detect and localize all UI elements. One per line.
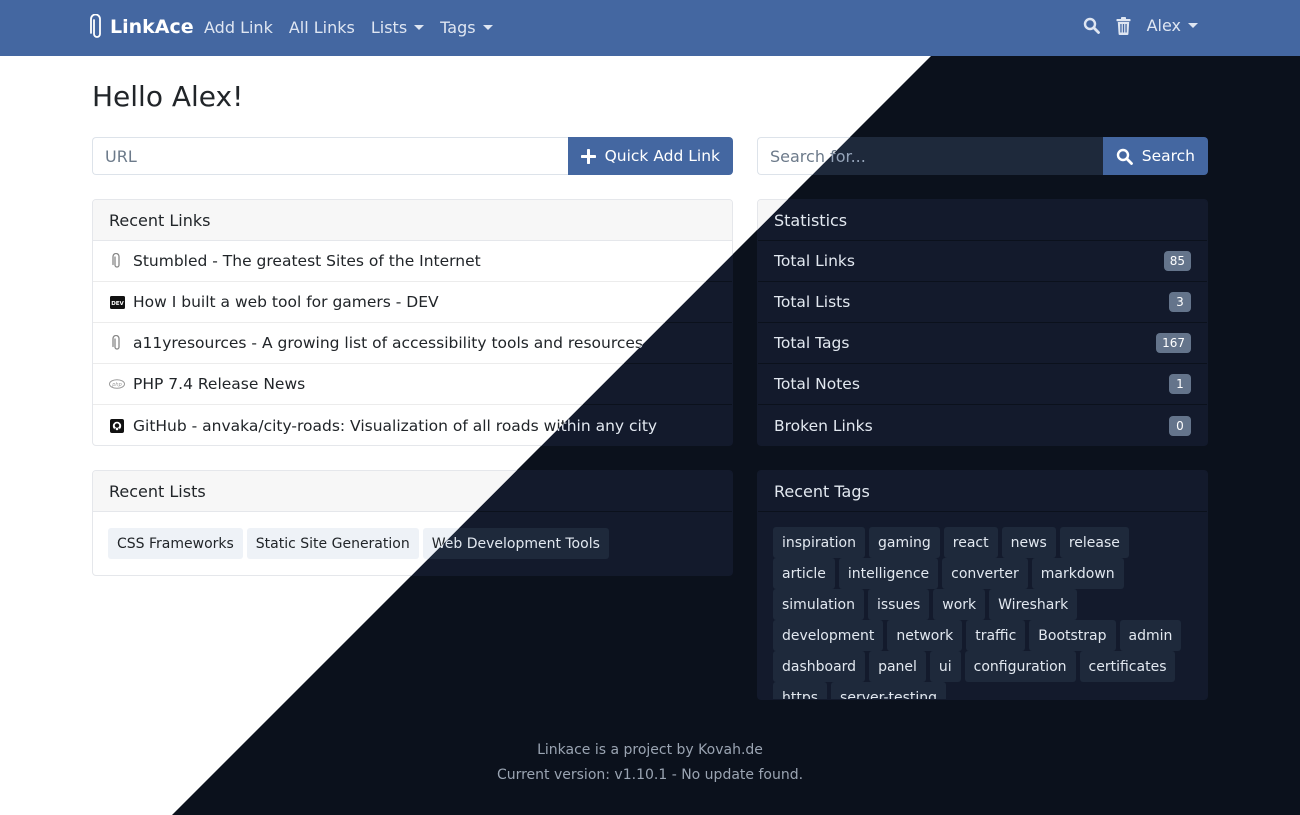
stat-row: Broken Links 0 bbox=[758, 405, 1207, 445]
search-button[interactable]: Search bbox=[1102, 137, 1208, 175]
stat-count-badge: 0 bbox=[1169, 415, 1191, 436]
recent-tags-card: Recent Tags inspirationgamingreactnewsre… bbox=[757, 470, 1208, 700]
tag-chip[interactable]: Wireshark bbox=[989, 589, 1078, 620]
nav-label: All Links bbox=[288, 18, 355, 37]
svg-text:php: php bbox=[111, 382, 122, 388]
tag-chip[interactable]: markdown bbox=[1031, 558, 1124, 589]
recent-tags: inspirationgamingreactnewsrelease article… bbox=[758, 512, 1207, 699]
search-icon bbox=[1116, 148, 1133, 165]
stat-label: Broken Links bbox=[774, 416, 873, 435]
caret-down-icon bbox=[482, 25, 493, 30]
stat-count-badge: 3 bbox=[1169, 292, 1191, 312]
quick-add-link-button[interactable]: Quick Add Link bbox=[567, 137, 733, 175]
tag-chip[interactable]: intelligence bbox=[838, 558, 939, 589]
statistics-card: Statistics Total Links85Total Lists3Tota… bbox=[757, 199, 1208, 446]
nav-label: Lists bbox=[370, 18, 408, 37]
navbar: LinkAce Add Link All Links Lists Tags Al… bbox=[0, 0, 1300, 56]
tag-chip[interactable]: configuration bbox=[964, 651, 1076, 682]
tag-chip[interactable]: ui bbox=[929, 651, 961, 682]
brand-logo[interactable]: LinkAce bbox=[90, 14, 194, 40]
card-header: Recent Tags bbox=[758, 471, 1207, 512]
tag-chip[interactable]: work bbox=[933, 589, 986, 620]
tag-chip[interactable]: react bbox=[943, 527, 998, 558]
php-icon: php bbox=[109, 376, 125, 392]
nav-links: Add Link All Links Lists Tags bbox=[204, 18, 509, 37]
nav-right: Alex bbox=[1083, 16, 1198, 35]
tag-chip[interactable]: server-testing bbox=[831, 682, 947, 699]
tag-chip[interactable]: inspiration bbox=[773, 527, 865, 558]
tag-chip[interactable]: admin bbox=[1119, 620, 1182, 651]
button-label: Search bbox=[1141, 147, 1195, 165]
nav-add-link[interactable]: Add Link bbox=[204, 18, 273, 37]
link-title[interactable]: a11yresources - A growing list of access… bbox=[133, 334, 643, 352]
tag-chip[interactable]: panel bbox=[869, 651, 926, 682]
tag-chip[interactable]: development bbox=[773, 620, 884, 651]
card-header: Statistics bbox=[758, 200, 1207, 241]
tag-chip[interactable]: issues bbox=[867, 589, 930, 620]
user-menu-dropdown[interactable]: Alex bbox=[1147, 16, 1198, 35]
stat-label: Total Links bbox=[774, 252, 855, 270]
stat-label: Total Notes bbox=[774, 375, 860, 393]
link-title[interactable]: Stumbled - The greatest Sites of the Int… bbox=[133, 252, 481, 270]
stat-label: Total Tags bbox=[774, 334, 850, 352]
caret-down-icon bbox=[414, 25, 425, 30]
recent-link-item[interactable]: Stumbled - The greatest Sites of the Int… bbox=[93, 241, 732, 282]
recent-link-item[interactable]: DEV How I built a web tool for gamers - D… bbox=[93, 282, 732, 323]
button-label: Quick Add Link bbox=[604, 147, 720, 165]
tag-chip[interactable]: article bbox=[773, 558, 835, 589]
svg-text:DEV: DEV bbox=[111, 301, 124, 307]
nav-label: Add Link bbox=[204, 18, 273, 37]
tag-chip[interactable]: Bootstrap bbox=[1029, 620, 1116, 651]
nav-lists-dropdown[interactable]: Lists bbox=[370, 18, 425, 37]
nav-all-links[interactable]: All Links bbox=[289, 18, 355, 37]
statistics-list: Total Links85Total Lists3Total Tags167To… bbox=[758, 241, 1207, 445]
brand-name: LinkAce bbox=[110, 16, 194, 38]
tag-chip[interactable]: certificates bbox=[1079, 651, 1176, 682]
tag-chip[interactable]: gaming bbox=[869, 527, 940, 558]
tag-chip[interactable]: dashboard bbox=[773, 651, 866, 682]
link-title[interactable]: How I built a web tool for gamers - DEV bbox=[133, 293, 439, 311]
tag-chip[interactable]: news bbox=[1001, 527, 1056, 558]
paperclip-icon bbox=[109, 335, 125, 351]
url-input[interactable] bbox=[92, 137, 568, 175]
stat-count-badge: 1 bbox=[1169, 374, 1191, 394]
trash-icon[interactable] bbox=[1116, 16, 1131, 35]
tag-chip[interactable]: traffic bbox=[966, 620, 1026, 651]
stat-label: Total Lists bbox=[774, 293, 851, 311]
plus-icon bbox=[580, 148, 596, 164]
tag-chip[interactable]: network bbox=[887, 620, 963, 651]
tag-chip[interactable]: https bbox=[773, 682, 828, 699]
paperclip-icon bbox=[109, 253, 125, 269]
github-icon bbox=[109, 418, 125, 434]
nav-tags-dropdown[interactable]: Tags bbox=[440, 18, 493, 37]
paperclip-logo-icon bbox=[90, 14, 101, 38]
stat-count-badge: 167 bbox=[1156, 333, 1191, 353]
card-header: Recent Links bbox=[93, 200, 732, 241]
search-icon[interactable] bbox=[1083, 17, 1100, 34]
quick-add-form: Quick Add Link bbox=[92, 137, 733, 175]
stat-count-badge: 85 bbox=[1163, 251, 1191, 271]
dev-icon: DEV bbox=[109, 294, 125, 310]
tag-chip[interactable]: converter bbox=[942, 558, 1028, 589]
stat-row: Total Tags 167 bbox=[758, 323, 1207, 364]
stat-row: Total Lists 3 bbox=[758, 282, 1207, 323]
page-title: Hello Alex! bbox=[92, 80, 244, 113]
tag-chip[interactable]: release bbox=[1059, 527, 1129, 558]
list-chip[interactable]: CSS Frameworks bbox=[108, 528, 243, 559]
nav-label: Tags bbox=[440, 18, 476, 37]
list-chip[interactable]: Static Site Generation bbox=[246, 528, 419, 559]
tag-chip[interactable]: simulation bbox=[773, 589, 864, 620]
stat-row: Total Links 85 bbox=[758, 241, 1207, 282]
stat-row: Total Notes 1 bbox=[758, 364, 1207, 405]
link-title[interactable]: PHP 7.4 Release News bbox=[133, 375, 305, 393]
caret-down-icon bbox=[1188, 23, 1198, 28]
user-name: Alex bbox=[1146, 16, 1181, 35]
